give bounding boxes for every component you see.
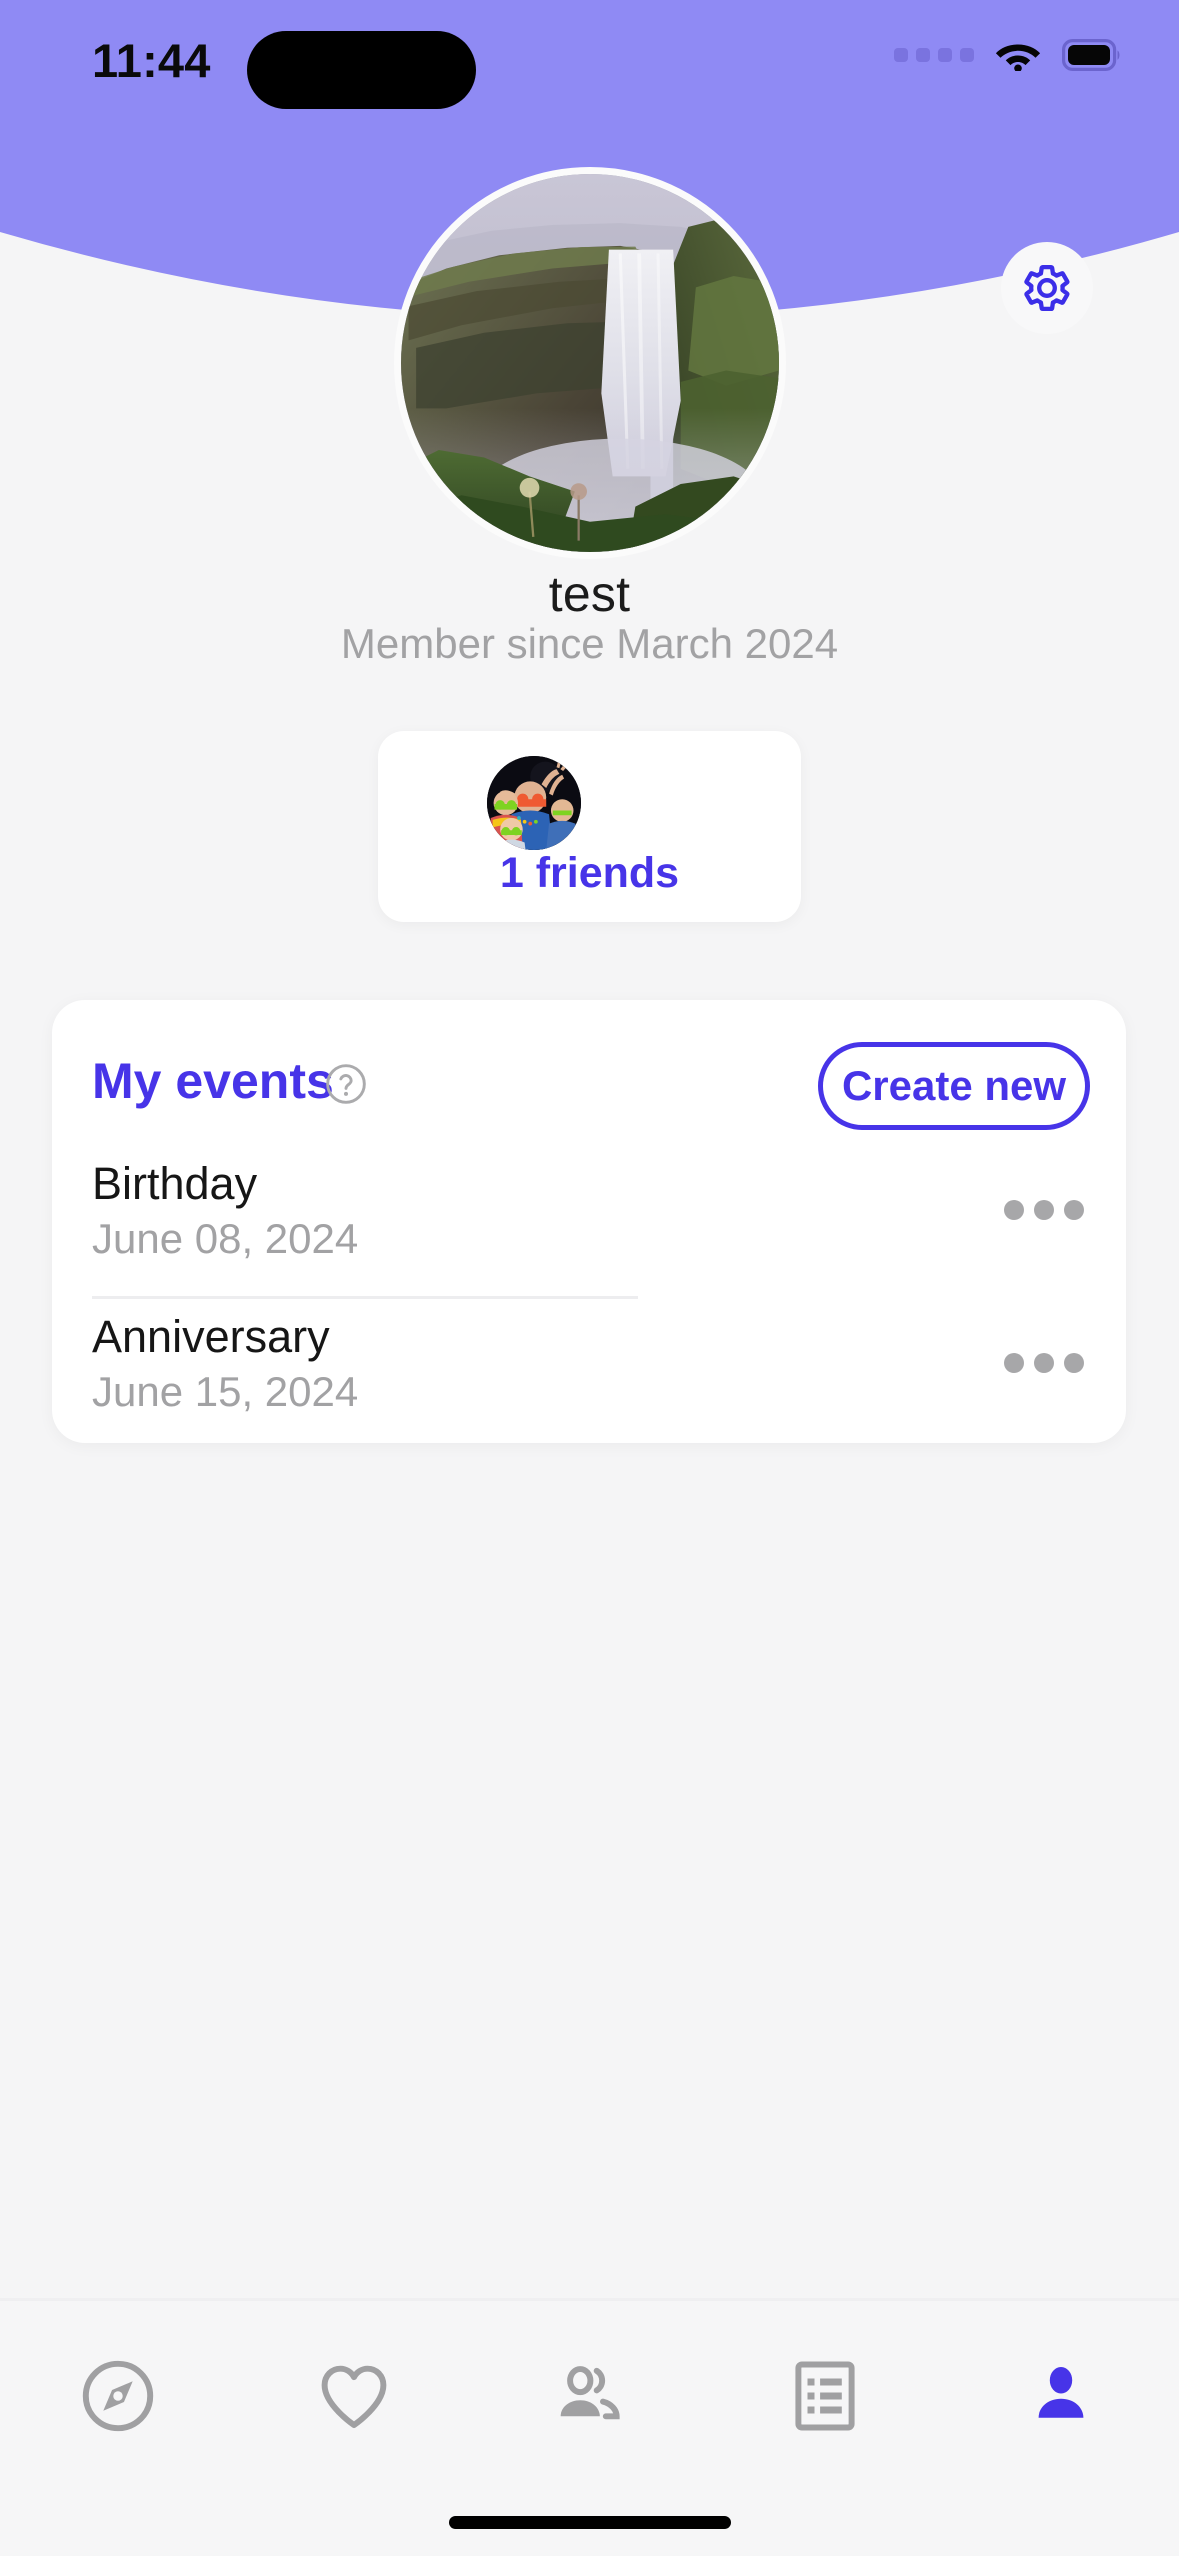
my-events-card: My events Create new Birthday June 08, 2… — [52, 1000, 1126, 1443]
create-new-label: Create new — [841, 1062, 1067, 1109]
dynamic-island — [247, 31, 476, 109]
wifi-icon — [995, 44, 1041, 71]
status-time: 11:44 — [92, 34, 211, 87]
event-title: Anniversary — [92, 1311, 330, 1362]
friends-group-photo — [487, 756, 581, 850]
profile-name: test — [548, 566, 631, 622]
friends-card[interactable]: 1 friends — [378, 731, 801, 922]
profile-member-since: Member since March 2024 — [340, 620, 839, 667]
events-header: My events Create new — [52, 1000, 1126, 1150]
event-row[interactable]: Anniversary June 15, 2024 — [52, 1303, 1126, 1450]
events-list: Birthday June 08, 2024 Anniversary June … — [52, 1150, 1126, 1450]
tab-list — [0, 2301, 1179, 2491]
profile-avatar[interactable] — [394, 167, 786, 559]
settings-button[interactable] — [1001, 242, 1093, 334]
people-icon — [561, 2366, 621, 2420]
tab-list[interactable] — [707, 2301, 943, 2491]
tab-explore[interactable] — [0, 2301, 236, 2491]
person-icon — [1038, 2366, 1084, 2418]
event-date: June 08, 2024 — [92, 1215, 359, 1262]
battery-full-icon — [1062, 38, 1120, 71]
home-indicator — [448, 2516, 731, 2529]
tab-favorites[interactable] — [236, 2301, 472, 2491]
events-title: My events — [92, 1053, 334, 1109]
event-row[interactable]: Birthday June 08, 2024 — [52, 1150, 1126, 1299]
heart-icon — [321, 2365, 387, 2429]
event-title: Birthday — [92, 1158, 258, 1209]
tab-profile[interactable] — [943, 2301, 1179, 2491]
tab-friends[interactable] — [472, 2301, 708, 2491]
waterfall-photo — [401, 174, 779, 552]
event-date: June 15, 2024 — [92, 1368, 359, 1415]
bottom-tab-bar — [0, 2298, 1179, 2556]
friends-count-label: 1 friends — [499, 849, 680, 897]
event-divider — [92, 1296, 638, 1299]
compass-icon — [82, 2360, 154, 2432]
list-icon — [795, 2361, 855, 2431]
create-new-button[interactable]: Create new — [818, 1042, 1090, 1130]
app-screen: 11:44 test Member since March 2024 1 fri… — [0, 0, 1179, 2556]
status-bar: 11:44 — [0, 0, 1179, 150]
event-menu-button[interactable] — [1004, 1353, 1084, 1373]
friend-avatar — [487, 756, 581, 850]
gear-icon — [1024, 264, 1070, 312]
status-indicators — [894, 38, 1122, 71]
signal-dots-icon — [894, 47, 974, 62]
question-circle-icon[interactable] — [324, 1062, 368, 1106]
event-menu-button[interactable] — [1004, 1200, 1084, 1220]
